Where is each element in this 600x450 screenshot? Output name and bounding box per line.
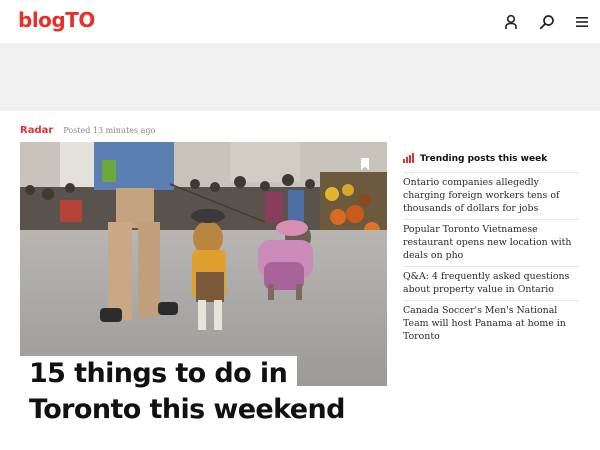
headline-line-2: Toronto this weekend <box>20 392 355 428</box>
account-icon[interactable] <box>502 12 522 32</box>
search-icon[interactable] <box>537 12 557 32</box>
trending-title: Trending posts this week <box>420 153 548 164</box>
trending-panel: Trending posts this week Ontario compani… <box>403 145 579 347</box>
hero-image[interactable] <box>20 142 387 386</box>
bookmark-icon[interactable] <box>360 157 370 170</box>
site-header: blogTO <box>0 0 600 44</box>
trending-header: Trending posts this week <box>403 145 579 173</box>
section-link[interactable]: Radar <box>20 125 53 136</box>
site-logo[interactable]: blogTO <box>18 8 95 32</box>
ad-banner-placeholder <box>0 44 600 111</box>
headline-line-1: 15 things to do in <box>20 356 298 392</box>
trending-item[interactable]: Q&A: 4 frequently asked questions about … <box>403 267 579 301</box>
trending-item[interactable]: Ontario companies allegedly charging for… <box>403 173 579 220</box>
posted-time: Posted 13 minutes ago <box>63 126 156 135</box>
bar-chart-icon <box>403 150 414 168</box>
trending-item[interactable]: Popular Toronto Vietnamese restaurant op… <box>403 220 579 267</box>
trending-item[interactable]: Canada Soccer's Men's National Team will… <box>403 301 579 347</box>
article-meta: Radar Posted 13 minutes ago <box>20 125 155 139</box>
article-headline[interactable]: 15 things to do in Toronto this weekend <box>20 356 360 428</box>
menu-icon[interactable] <box>572 12 592 32</box>
